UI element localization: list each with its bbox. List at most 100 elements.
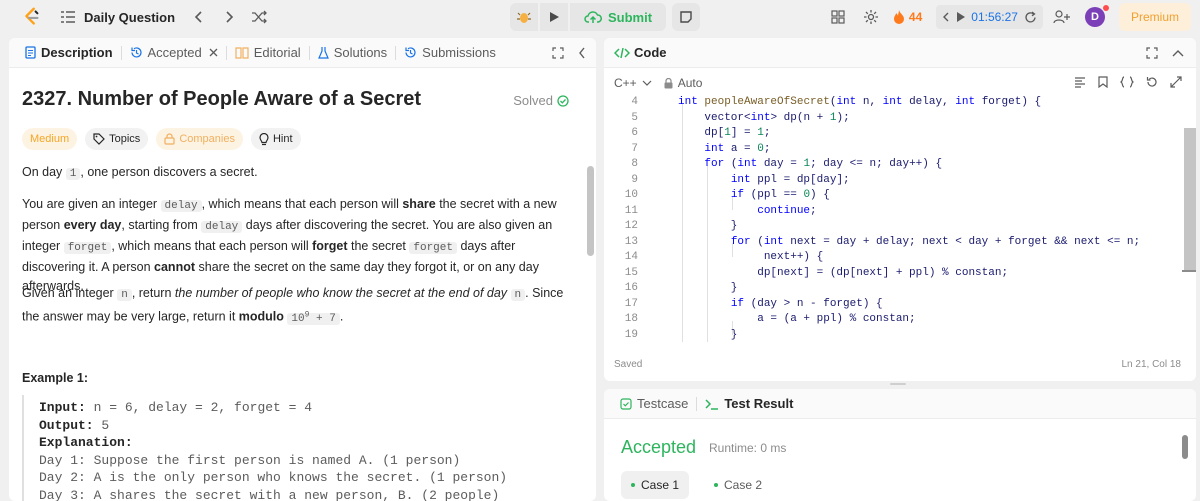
inline-code: forget: [63, 242, 112, 254]
code-line: 7 int a = 0;: [604, 142, 770, 158]
line-number: 6: [631, 127, 638, 139]
daily-question-link[interactable]: Daily Question: [84, 10, 175, 25]
inline-code: forget: [409, 242, 457, 254]
editor-header: Code: [604, 38, 1196, 68]
avatar[interactable]: D: [1084, 5, 1109, 27]
chevron-up-icon[interactable]: [1172, 49, 1184, 57]
mod-rest: + 7: [309, 312, 336, 325]
line-number: 12: [624, 220, 638, 232]
list-icon[interactable]: [60, 10, 76, 24]
result-status: Accepted: [621, 437, 697, 457]
premium-button[interactable]: Premium: [1118, 3, 1191, 31]
code-line: 4 int peopleAwareOfSecret(int n, int dela…: [604, 95, 1041, 111]
run-controls: Submit: [510, 3, 701, 31]
text: the secret: [347, 239, 410, 253]
bold-text: cannot: [154, 260, 196, 274]
reset-icon[interactable]: [1146, 76, 1158, 88]
case-tab-2[interactable]: Case 2: [704, 471, 772, 499]
line-number: 17: [624, 297, 638, 310]
tab-test-result[interactable]: Test Result: [699, 389, 799, 419]
timer-value: 01:56:27: [971, 10, 1018, 24]
hint-badge[interactable]: Hint: [250, 128, 301, 150]
result-scrollbar[interactable]: [1182, 435, 1188, 459]
lock-icon: [164, 133, 175, 145]
tab-testcase[interactable]: Testcase: [614, 389, 694, 419]
text: , which means that each person will: [201, 197, 403, 211]
close-icon[interactable]: [209, 48, 218, 57]
layout-icon[interactable]: [831, 10, 845, 24]
shuffle-icon[interactable]: [251, 10, 267, 24]
code-line: 8 for (int day = 1; day <= n; day++) {: [604, 157, 942, 173]
notes-button[interactable]: [672, 3, 701, 31]
description-tabs: Description Accepted Editorial Solutions…: [9, 38, 596, 68]
chevron-right-icon[interactable]: [223, 10, 235, 24]
bold-text: every day: [63, 218, 122, 232]
solved-label: Solved: [513, 93, 553, 108]
expand-icon[interactable]: [552, 47, 564, 59]
debug-button[interactable]: [510, 3, 538, 31]
bookmark-icon[interactable]: [1098, 76, 1108, 88]
autocomplete-mode[interactable]: Auto: [664, 76, 703, 90]
collapse-icon[interactable]: [578, 47, 586, 59]
chevron-left-icon[interactable]: [942, 11, 950, 23]
explanation-line: Day 2: A is the only person who knows th…: [39, 470, 508, 485]
code-text: dp[1] = 1;: [678, 127, 771, 139]
line-number: 11: [624, 204, 638, 217]
editor-scrollbar[interactable]: [1184, 128, 1196, 271]
run-button[interactable]: [540, 3, 568, 31]
line-number: 7: [631, 142, 638, 155]
tab-submissions[interactable]: Submissions: [398, 38, 502, 68]
code-text: a = (a + ppl) % constan;: [678, 313, 916, 325]
case-tab-1[interactable]: Case 1: [621, 471, 690, 499]
expand-icon[interactable]: [1146, 47, 1158, 59]
text: .: [339, 309, 344, 324]
bold-text: forget: [312, 239, 348, 253]
paragraph-3: Given an integer n, return the number of…: [22, 284, 577, 329]
text: Given an integer: [22, 286, 118, 300]
code-area[interactable]: 4 int peopleAwareOfSecret(int n, int dela…: [604, 95, 1182, 342]
submit-button[interactable]: Submit: [570, 3, 667, 31]
braces-icon[interactable]: [1120, 76, 1134, 88]
panel-resize-handle[interactable]: [890, 383, 906, 385]
line-number: 13: [624, 235, 638, 248]
reset-icon[interactable]: [1024, 10, 1037, 24]
tab-description[interactable]: Description: [19, 38, 119, 68]
code-line: 9 int ppl = dp[day];: [604, 173, 849, 189]
gear-icon[interactable]: [863, 9, 879, 25]
code-icon: [614, 47, 630, 58]
code-line: 17 if (day > n - forget) {: [604, 297, 883, 313]
tab-solutions[interactable]: Solutions: [312, 38, 393, 68]
code-text: int ppl = dp[day];: [730, 173, 850, 186]
line-number: 19: [624, 328, 638, 341]
mode-label: Auto: [677, 76, 703, 90]
text: , return: [131, 286, 175, 300]
code-line: 16 }: [604, 281, 738, 297]
language-select[interactable]: C++: [614, 76, 652, 90]
chevron-left-icon[interactable]: [193, 10, 205, 24]
leetcode-logo[interactable]: [20, 6, 42, 28]
code-line: 10 if (ppl == 0) {: [604, 188, 830, 204]
streak-counter[interactable]: 44: [893, 9, 923, 25]
code-line: 11 continue;: [604, 204, 817, 220]
streak-count: 44: [908, 10, 923, 24]
play-icon[interactable]: [956, 12, 966, 22]
code-text: }: [678, 282, 738, 294]
companies-badge[interactable]: Companies: [156, 128, 243, 150]
tab-accepted[interactable]: Accepted: [124, 38, 224, 68]
add-user-icon[interactable]: [1053, 10, 1071, 24]
timer[interactable]: 01:56:27: [936, 5, 1043, 29]
language-label: C++: [614, 76, 637, 90]
topics-badge[interactable]: Topics: [85, 128, 149, 150]
problem-title: 2327. Number of People Aware of a Secret: [22, 88, 422, 110]
tab-divider: [308, 45, 310, 60]
example-explanation: Explanation:: [39, 434, 562, 452]
description-scrollbar[interactable]: [587, 166, 594, 256]
code-text: int a = 0;: [704, 142, 771, 155]
inline-code: delay: [160, 200, 202, 212]
tab-editorial[interactable]: Editorial: [229, 38, 307, 68]
maximize-icon[interactable]: [1170, 76, 1182, 88]
code-text: if (day > n - forget) {: [730, 297, 883, 310]
output-value: 5: [93, 417, 110, 433]
format-icon[interactable]: [1074, 76, 1086, 88]
inline-code: n: [117, 289, 132, 301]
